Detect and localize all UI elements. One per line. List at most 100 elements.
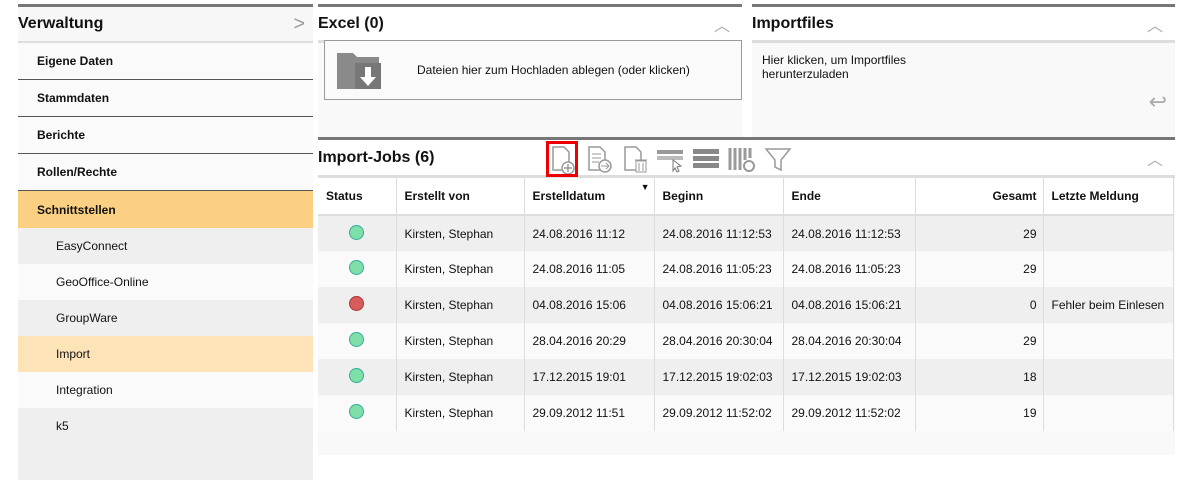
column-header[interactable]: Letzte Meldung [1043, 178, 1174, 216]
file-delete-button[interactable] [618, 141, 650, 177]
end-cell: 28.04.2016 20:30:04 [783, 323, 916, 359]
total-cell: 18 [915, 359, 1044, 395]
status-cell [318, 251, 397, 287]
rows-icon [693, 149, 719, 168]
end-cell: 17.12.2015 19:02:03 [783, 359, 916, 395]
importfiles-text[interactable]: herunterzuladen [762, 67, 1175, 81]
import-jobs-panel: Import-Jobs (6) ︿ Status Erstellt von Erst… [318, 137, 1175, 455]
msg-cell [1043, 359, 1174, 395]
import-jobs-table: Status Erstellt von Erstelldatum ▼ Beginn End… [318, 178, 1174, 431]
sidebar-subitem[interactable]: k5 [18, 408, 313, 444]
msg-cell: Fehler beim Einlesen [1043, 287, 1174, 323]
msg-cell [1043, 251, 1174, 287]
sidebar-title: Verwaltung [18, 15, 104, 32]
new-file-button[interactable] [546, 141, 578, 177]
rows-button[interactable] [690, 141, 722, 177]
sidebar-item[interactable]: Rollen/Rechte [18, 154, 313, 191]
sidebar-subitem[interactable]: EasyConnect [18, 228, 313, 264]
user-cell: Kirsten, Stephan [396, 287, 525, 323]
sidebar-subitem[interactable]: Import [18, 336, 313, 372]
status-cell [318, 215, 397, 251]
user-cell: Kirsten, Stephan [396, 359, 525, 395]
end-cell: 24.08.2016 11:05:23 [783, 251, 916, 287]
sidebar-item[interactable]: Schnittstellen [18, 191, 313, 228]
total-cell: 29 [915, 323, 1044, 359]
status-ok-icon [349, 368, 365, 383]
column-header[interactable]: Status [318, 178, 397, 216]
start-cell: 17.12.2015 19:02:03 [654, 359, 784, 395]
sidebar-item[interactable]: Eigene Daten [18, 43, 313, 80]
status-cell [318, 359, 397, 395]
excel-title: Excel (0) [318, 14, 384, 32]
created-cell: 17.12.2015 19:01 [524, 359, 655, 395]
collapse-icon[interactable]: ︿ [714, 12, 730, 36]
table-row[interactable]: Kirsten, Stephan 28.04.2016 20:29 28.04.20… [318, 323, 1174, 359]
folder-download-icon [337, 53, 381, 89]
file-export-button[interactable] [582, 141, 614, 177]
sidebar-subitem[interactable]: GeoOffice-Online [18, 264, 313, 300]
file-export-icon [588, 146, 612, 173]
status-cell [318, 287, 397, 323]
column-settings-button[interactable] [726, 141, 758, 177]
sort-desc-icon[interactable]: ▼ [641, 182, 650, 192]
filter-button[interactable] [762, 141, 794, 177]
import-jobs-title: Import-Jobs (6) [318, 148, 435, 166]
sidebar: Verwaltung > Eigene Daten Stammdaten Berich… [18, 4, 313, 480]
start-cell: 24.08.2016 11:05:23 [654, 251, 784, 287]
status-ok-icon [349, 260, 365, 275]
end-cell: 29.09.2012 11:52:02 [783, 395, 916, 431]
column-header[interactable]: Beginn [654, 178, 784, 216]
importfiles-panel[interactable]: Importfiles ︿ Hier klicken, um Importfile… [752, 4, 1175, 138]
total-cell: 29 [915, 251, 1044, 287]
table-row[interactable]: Kirsten, Stephan 29.09.2012 11:51 29.09.20… [318, 395, 1174, 431]
column-header[interactable]: Erstellt von [396, 178, 525, 216]
sidebar-subitem [18, 444, 313, 480]
total-cell: 29 [915, 215, 1044, 251]
excel-panel: Excel (0) ︿ Dateien hier zum Hochladen ab… [318, 4, 742, 138]
sidebar-item[interactable]: Berichte [18, 117, 313, 154]
column-header[interactable]: Ende [783, 178, 916, 216]
new-file-icon [552, 146, 575, 174]
start-cell: 28.04.2016 20:30:04 [654, 323, 784, 359]
user-cell: Kirsten, Stephan [396, 215, 525, 251]
collapse-icon[interactable]: ︿ [1147, 146, 1163, 170]
dropzone-text: Dateien hier zum Hochladen ablegen (oder… [417, 63, 690, 77]
collapse-icon[interactable]: ︿ [1147, 12, 1163, 36]
created-cell: 24.08.2016 11:05 [524, 251, 655, 287]
row-select-icon [657, 150, 683, 173]
chevron-right-icon[interactable]: > [293, 13, 305, 36]
total-cell: 19 [915, 395, 1044, 431]
created-cell: 04.08.2016 15:06 [524, 287, 655, 323]
start-cell: 04.08.2016 15:06:21 [654, 287, 784, 323]
column-header[interactable]: Erstelldatum ▼ [524, 178, 655, 216]
created-cell: 29.09.2012 11:51 [524, 395, 655, 431]
sidebar-item[interactable]: Stammdaten [18, 80, 313, 117]
table-row[interactable]: Kirsten, Stephan 17.12.2015 19:01 17.12.20… [318, 359, 1174, 395]
msg-cell [1043, 323, 1174, 359]
upload-dropzone[interactable]: Dateien hier zum Hochladen ablegen (oder… [324, 40, 742, 100]
table-row[interactable]: Kirsten, Stephan 24.08.2016 11:05 24.08.20… [318, 251, 1174, 287]
msg-cell [1043, 395, 1174, 431]
file-delete-icon [624, 146, 647, 173]
return-icon[interactable]: ↩ [1149, 89, 1167, 115]
jobs-toolbar [546, 141, 794, 177]
end-cell: 24.08.2016 11:12:53 [783, 215, 916, 251]
sidebar-subitem[interactable]: Integration [18, 372, 313, 408]
importfiles-text[interactable]: Hier klicken, um Importfiles [762, 53, 1175, 67]
table-row[interactable]: Kirsten, Stephan 24.08.2016 11:12 24.08.20… [318, 215, 1174, 251]
msg-cell [1043, 215, 1174, 251]
status-ok-icon [349, 332, 365, 347]
start-cell: 29.09.2012 11:52:02 [654, 395, 784, 431]
row-select-button[interactable] [654, 141, 686, 177]
table-row[interactable]: Kirsten, Stephan 04.08.2016 15:06 04.08.20… [318, 287, 1174, 323]
status-cell [318, 323, 397, 359]
created-cell: 24.08.2016 11:12 [524, 215, 655, 251]
sidebar-subitem[interactable]: GroupWare [18, 300, 313, 336]
user-cell: Kirsten, Stephan [396, 251, 525, 287]
start-cell: 24.08.2016 11:12:53 [654, 215, 784, 251]
column-header[interactable]: Gesamt [915, 178, 1044, 216]
column-settings-icon [728, 148, 755, 172]
status-error-icon [349, 296, 365, 311]
importfiles-title: Importfiles [752, 14, 834, 32]
sidebar-header[interactable]: Verwaltung > [18, 7, 313, 43]
